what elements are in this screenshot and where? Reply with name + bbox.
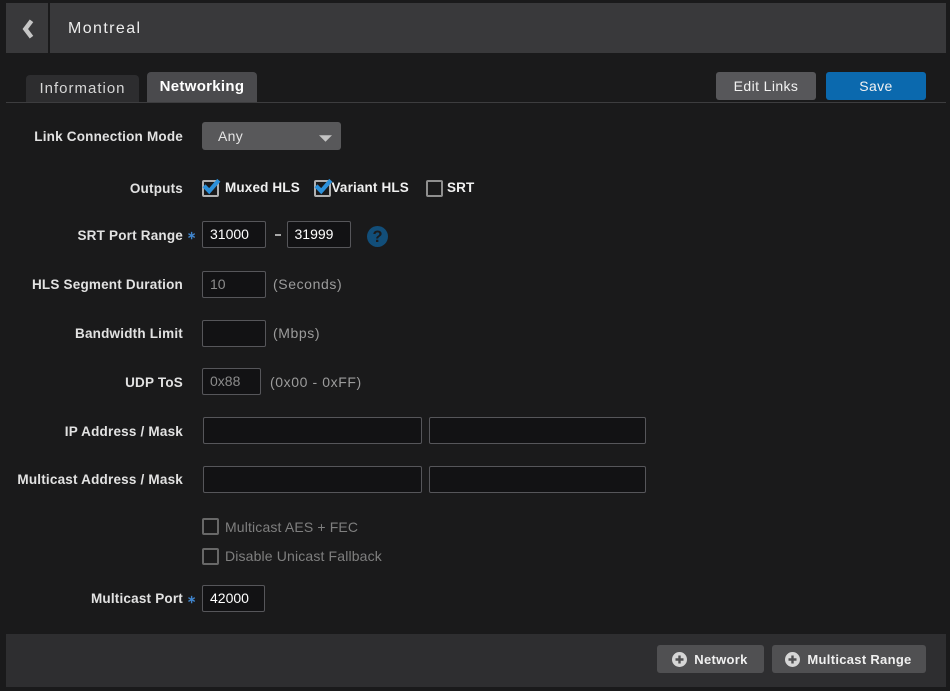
svg-text:?: ?: [372, 228, 382, 246]
